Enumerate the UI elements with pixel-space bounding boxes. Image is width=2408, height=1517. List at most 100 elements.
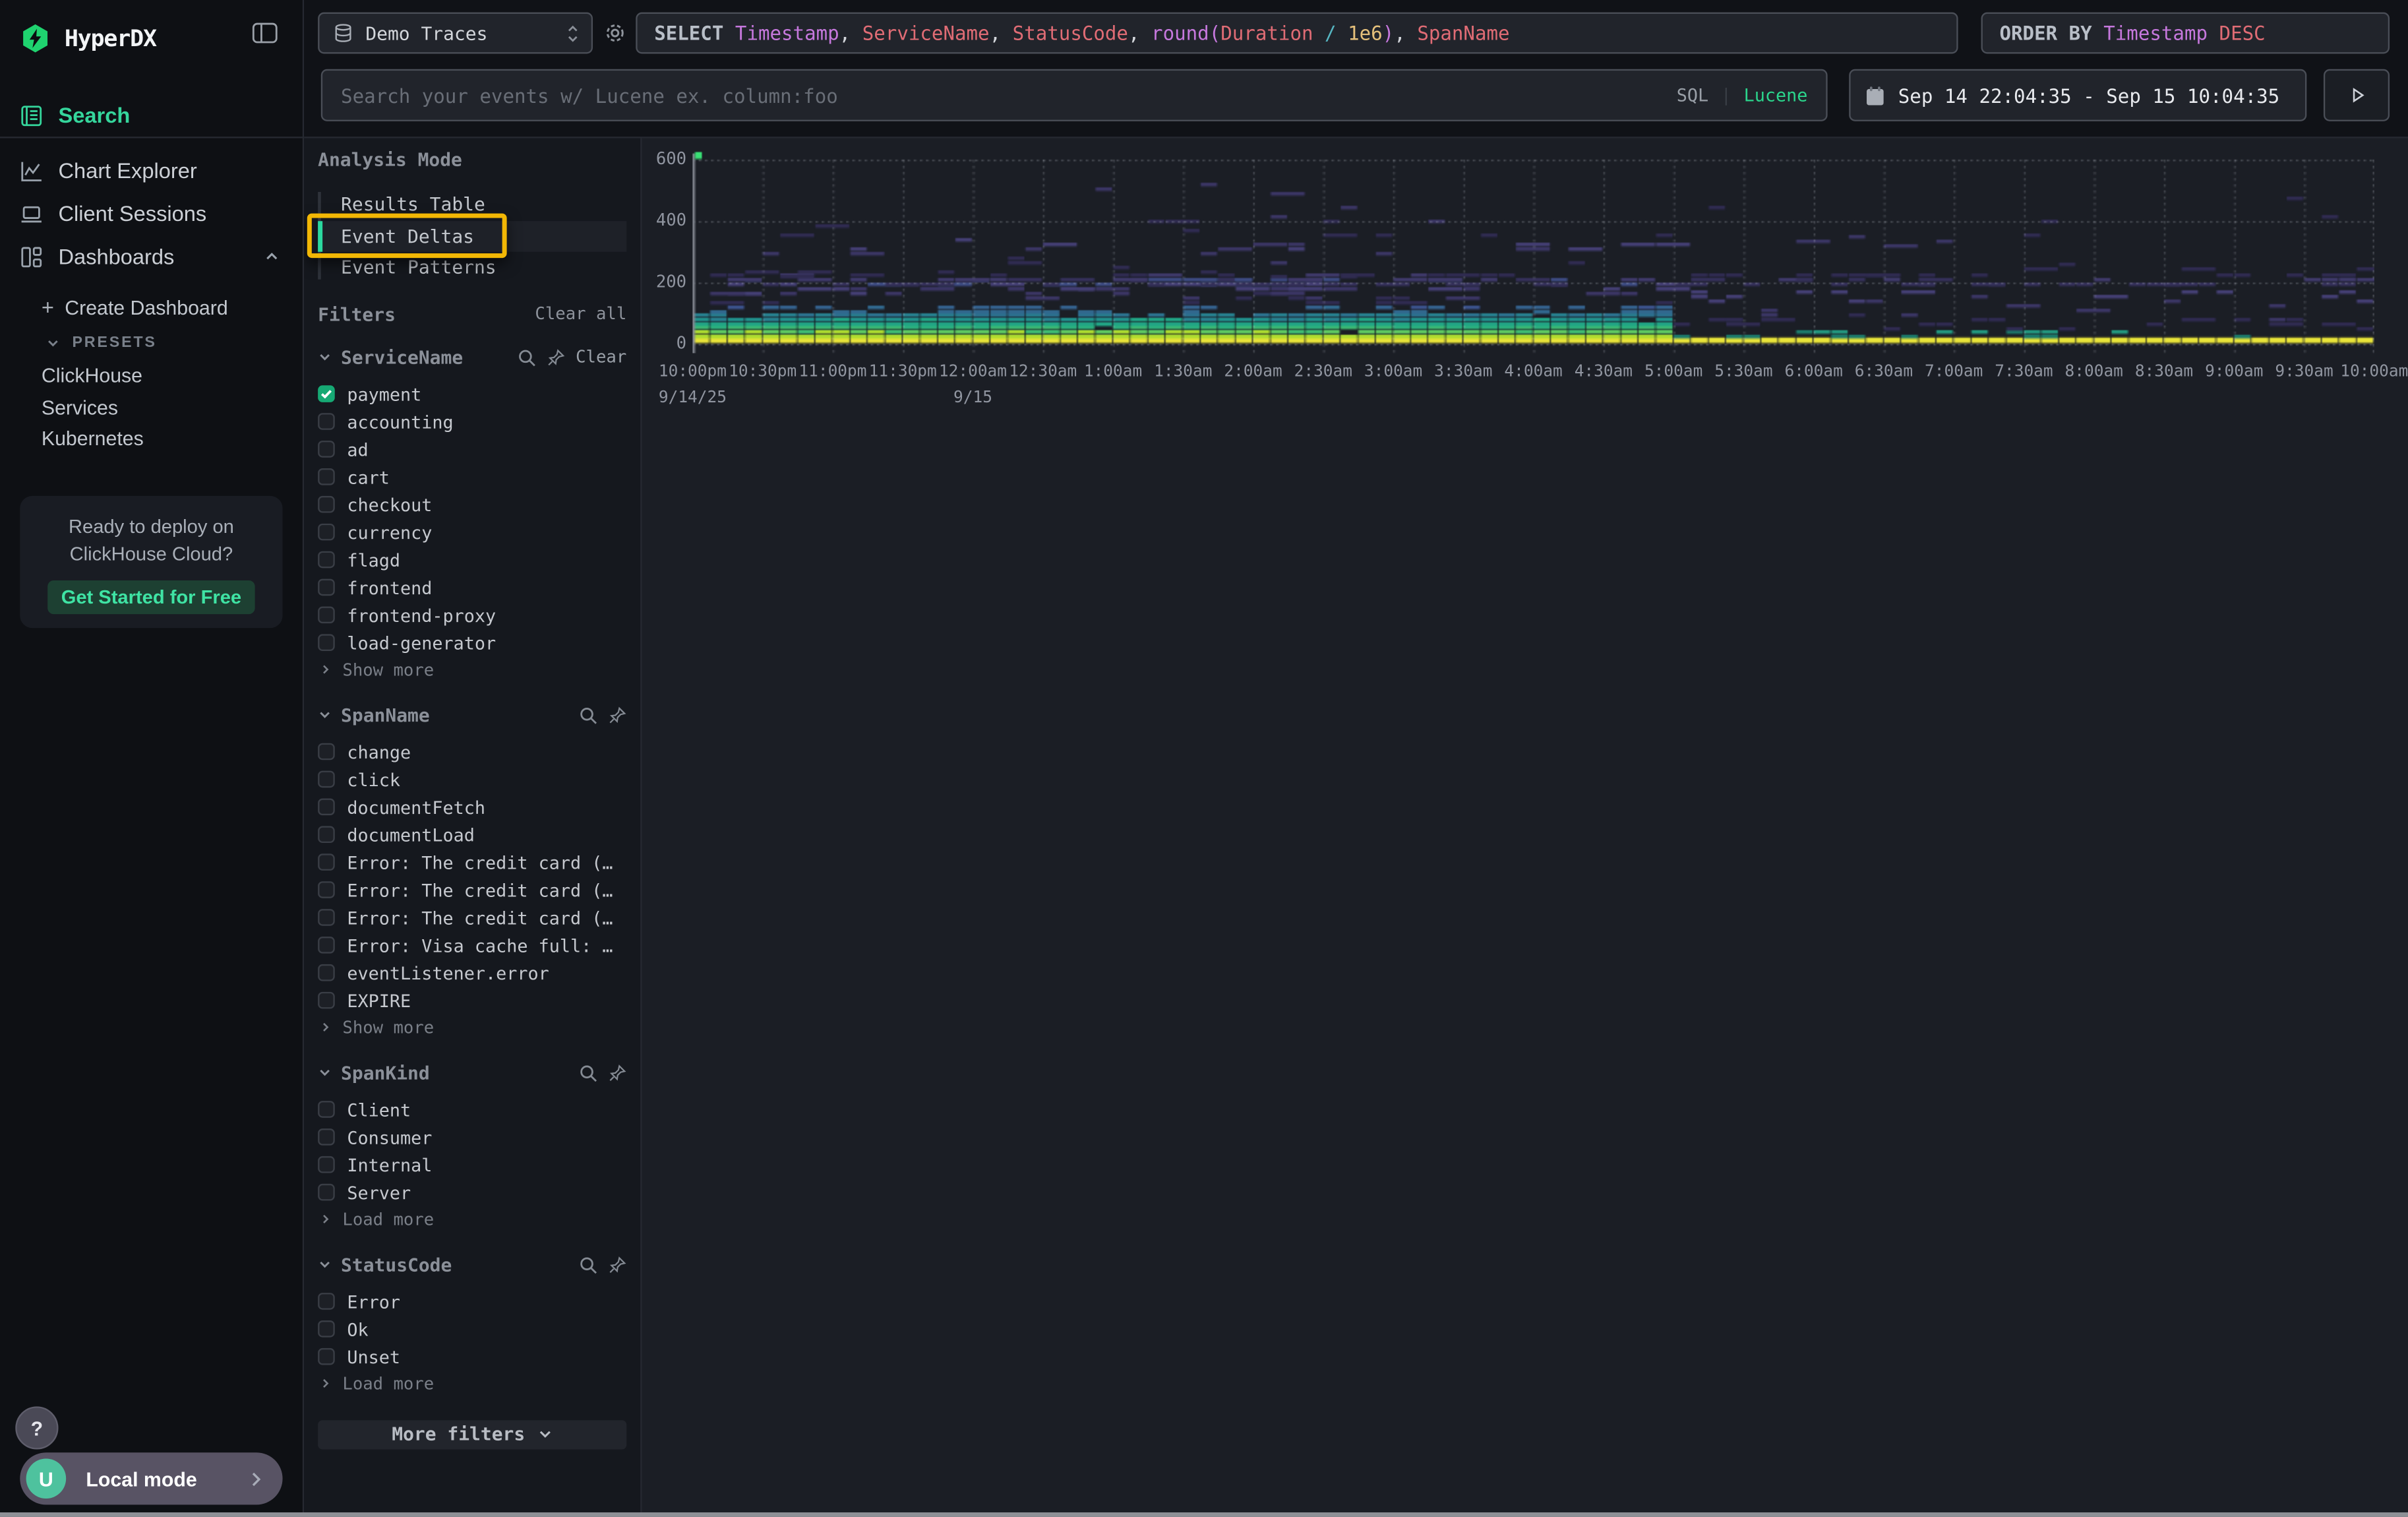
sql-select-input[interactable]: SELECT Timestamp, ServiceName, StatusCod… (636, 13, 1958, 54)
facet-option[interactable]: Error: The credit card (… (318, 848, 626, 876)
create-dashboard-button[interactable]: + Create Dashboard (0, 292, 304, 323)
checkbox[interactable] (318, 743, 335, 760)
facet-option[interactable]: Error: Visa cache full: … (318, 931, 626, 959)
facet-clear-button[interactable]: Clear (576, 347, 626, 367)
facet-option[interactable]: change (318, 738, 626, 766)
facet-more-button[interactable]: Show more (318, 656, 626, 683)
checkbox[interactable] (318, 1320, 335, 1338)
checkbox[interactable] (318, 853, 335, 871)
search-icon[interactable] (579, 1063, 597, 1082)
facet-option[interactable]: flagd (318, 546, 626, 574)
facet-option[interactable]: accounting (318, 408, 626, 435)
presets-group[interactable]: PRESETS (0, 327, 304, 358)
facet-more-button[interactable]: Load more (318, 1371, 626, 1397)
checkbox[interactable] (318, 937, 335, 954)
sidebar-item-chart-explorer[interactable]: Chart Explorer (0, 152, 304, 189)
facet-more-button[interactable]: Load more (318, 1206, 626, 1233)
facet-option[interactable]: documentFetch (318, 793, 626, 820)
analysis-option-event-patterns[interactable]: Event Patterns (318, 252, 626, 284)
facet-option[interactable]: Internal (318, 1151, 626, 1179)
checkbox[interactable] (318, 413, 335, 430)
analysis-option-results-table[interactable]: Results Table (318, 189, 626, 220)
facet-option[interactable]: Client (318, 1096, 626, 1123)
gear-icon[interactable] (603, 22, 626, 45)
checkbox[interactable] (318, 799, 335, 816)
chevron-down-icon[interactable] (318, 1066, 332, 1080)
checkbox[interactable] (318, 1101, 335, 1118)
pin-icon[interactable] (608, 1255, 626, 1274)
source-select[interactable]: Demo Traces (318, 13, 593, 54)
chevron-down-icon[interactable] (318, 708, 332, 722)
checkbox[interactable] (318, 771, 335, 788)
pin-icon[interactable] (608, 706, 626, 724)
latency-heatmap-canvas[interactable] (692, 150, 2374, 353)
checkbox[interactable] (318, 607, 335, 624)
mode-lucene-button[interactable]: Lucene (1744, 84, 1808, 106)
sidebar-item-clickhouse[interactable]: ClickHouse (0, 359, 304, 390)
facet-option[interactable]: documentLoad (318, 820, 626, 848)
checkbox[interactable] (318, 385, 335, 402)
chevron-down-icon[interactable] (318, 1258, 332, 1272)
checkbox[interactable] (318, 964, 335, 981)
run-query-button[interactable] (2324, 69, 2390, 121)
help-button[interactable]: ? (15, 1406, 58, 1449)
facet-option[interactable]: Error (318, 1287, 626, 1315)
checkbox[interactable] (318, 826, 335, 843)
checkbox[interactable] (318, 992, 335, 1009)
sidebar-item-dashboards[interactable]: Dashboards (0, 238, 304, 275)
checkbox[interactable] (318, 1184, 335, 1201)
sidebar-item-services[interactable]: Services (0, 392, 304, 423)
pin-icon[interactable] (608, 1063, 626, 1082)
search-icon[interactable] (518, 348, 536, 366)
facet-option[interactable]: click (318, 765, 626, 793)
time-range-picker[interactable]: Sep 14 22:04:35 - Sep 15 10:04:35 (1849, 69, 2306, 121)
facet-option[interactable]: checkout (318, 491, 626, 518)
checkbox[interactable] (318, 1293, 335, 1310)
checkbox[interactable] (318, 1129, 335, 1146)
facet-option[interactable]: load-generator (318, 629, 626, 656)
facet-option[interactable]: cart (318, 463, 626, 491)
clear-all-button[interactable]: Clear all (535, 304, 626, 324)
facet-option[interactable]: Consumer (318, 1123, 626, 1151)
checkbox[interactable] (318, 441, 335, 458)
checkbox[interactable] (318, 524, 335, 541)
pin-icon[interactable] (547, 348, 565, 366)
get-started-button[interactable]: Get Started for Free (47, 580, 255, 614)
sql-orderby-input[interactable]: ORDER BY Timestamp DESC (1981, 13, 2390, 54)
facet-option[interactable]: currency (318, 518, 626, 546)
facet-option[interactable]: frontend-proxy (318, 601, 626, 629)
facet-option[interactable]: eventListener.error (318, 959, 626, 987)
account-menu[interactable]: U Local mode (20, 1452, 282, 1504)
checkbox[interactable] (318, 909, 335, 926)
search-input[interactable]: Search your events w/ Lucene ex. column:… (321, 69, 1828, 121)
facet-option[interactable]: Error: The credit card (… (318, 876, 626, 904)
more-filters-button[interactable]: More filters (318, 1419, 626, 1448)
facet-option[interactable]: Ok (318, 1315, 626, 1343)
checkbox[interactable] (318, 551, 335, 569)
mode-sql-button[interactable]: SQL (1677, 84, 1708, 106)
chevron-down-icon[interactable] (318, 350, 332, 364)
checkbox[interactable] (318, 579, 335, 596)
checkbox[interactable] (318, 468, 335, 485)
sidebar-item-search[interactable]: Search (0, 97, 304, 134)
checkbox[interactable] (318, 881, 335, 898)
facet-more-button[interactable]: Show more (318, 1014, 626, 1041)
analysis-option-event-deltas[interactable]: Event Deltas (318, 220, 626, 252)
sidebar-item-client-sessions[interactable]: Client Sessions (0, 195, 304, 232)
checkbox[interactable] (318, 1156, 335, 1173)
checkbox[interactable] (318, 1348, 335, 1365)
search-icon[interactable] (579, 706, 597, 724)
facet-option[interactable]: Unset (318, 1343, 626, 1371)
chevron-up-icon[interactable] (264, 249, 280, 264)
sidebar-collapse-icon[interactable] (252, 22, 278, 45)
checkbox[interactable] (318, 634, 335, 651)
search-icon[interactable] (579, 1255, 597, 1274)
facet-option[interactable]: payment (318, 380, 626, 408)
checkbox[interactable] (318, 496, 335, 513)
facet-option[interactable]: Error: The credit card (… (318, 904, 626, 931)
facet-option[interactable]: frontend (318, 573, 626, 601)
facet-option[interactable]: ad (318, 435, 626, 463)
facet-option[interactable]: Server (318, 1179, 626, 1206)
sidebar-item-kubernetes[interactable]: Kubernetes (0, 422, 304, 453)
facet-option[interactable]: EXPIRE (318, 987, 626, 1014)
